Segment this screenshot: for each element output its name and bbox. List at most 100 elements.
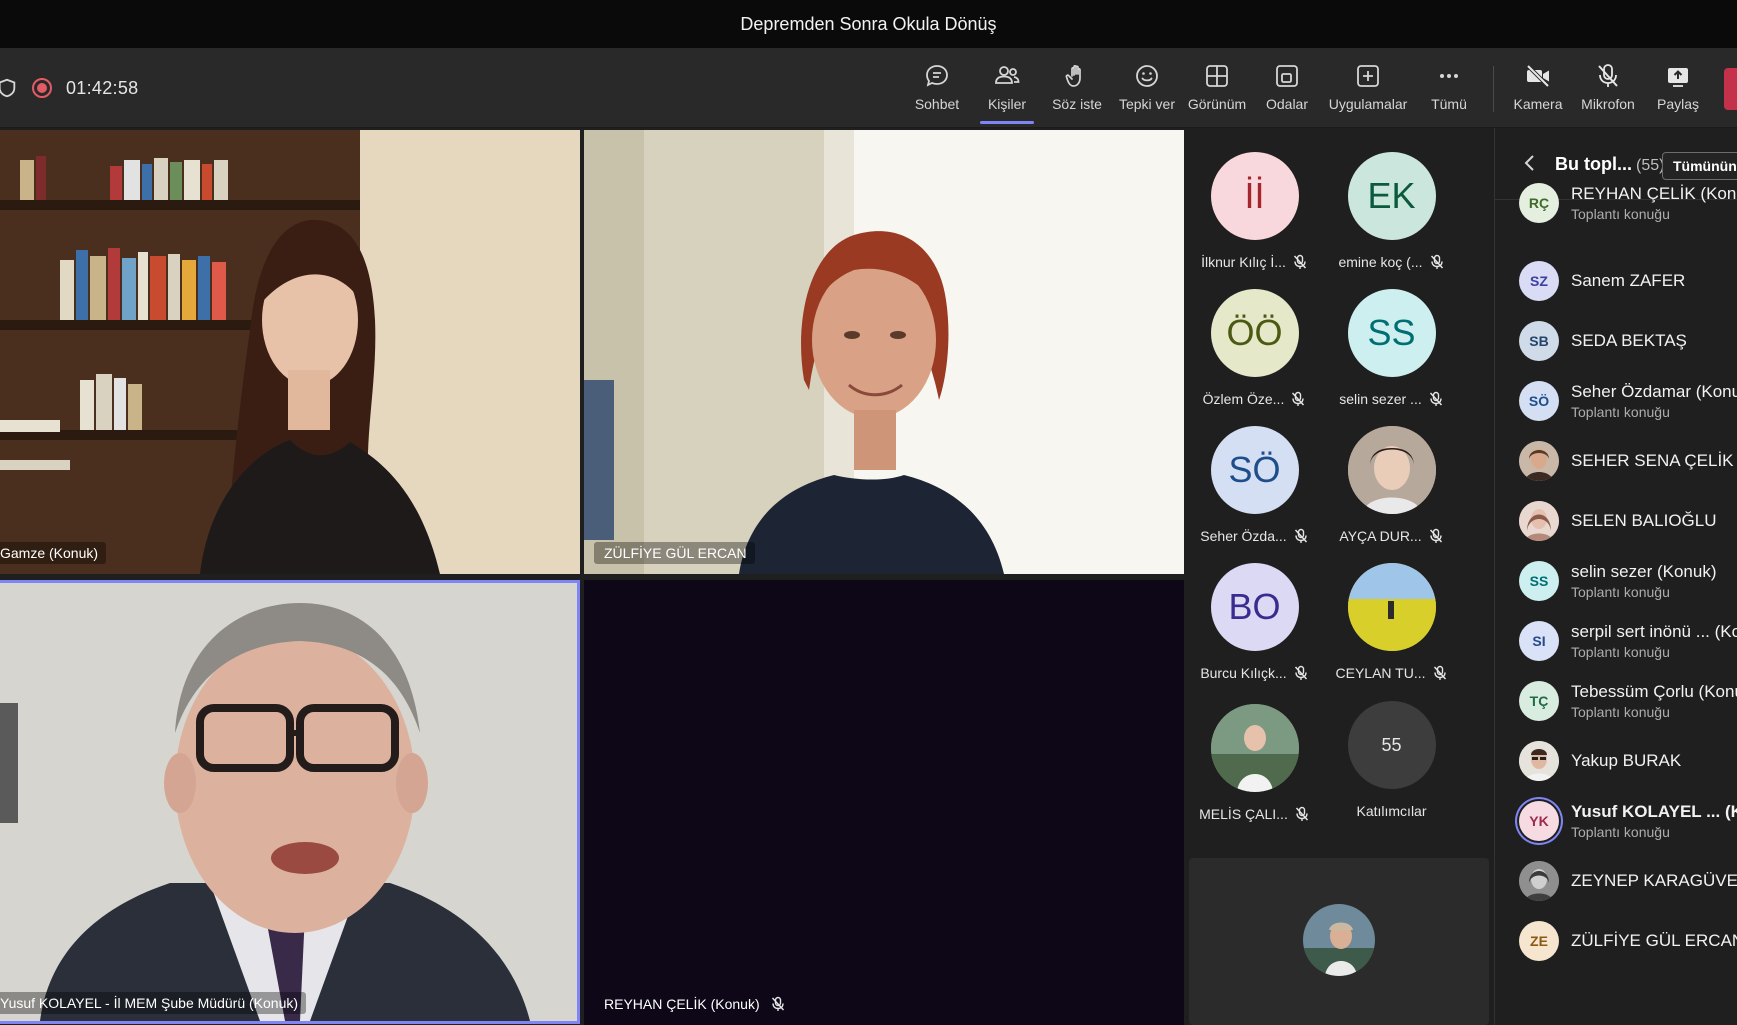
shield-icon[interactable] (0, 76, 18, 100)
meeting-toolbar: 01:42:58 Sohbet Kişiler Söz iste Tepki v… (0, 48, 1737, 128)
list-item[interactable]: SB SEDA BEKTAŞ (1519, 314, 1737, 368)
gallery-label: Katılımcılar (1356, 803, 1426, 819)
meeting-title: Depremden Sonra Okula Dönüş (740, 13, 997, 34)
share-icon (1668, 68, 1688, 87)
video-tile-gamze[interactable]: Gamze (Konuk) (0, 130, 580, 574)
self-view[interactable] (1189, 858, 1489, 1025)
profile-photo (1519, 741, 1559, 781)
participant-name-tag: REYHAN ÇELİK (Konuk) (594, 993, 794, 1015)
participant-name: Yusuf KOLAYEL - İl MEM Şube Müdürü (Konu… (0, 995, 299, 1011)
avatar-initials: ÖÖ (1226, 312, 1283, 353)
raise-hand-button[interactable]: Söz iste (1042, 60, 1112, 120)
apps-button[interactable]: Uygulamalar (1322, 60, 1414, 120)
list-item[interactable]: TÇ Tebessüm Çorlu (Konuk) Toplantı konuğu (1519, 674, 1737, 728)
avatar-photo (1210, 704, 1299, 792)
avatar-initials: BO (1228, 586, 1281, 627)
list-item[interactable]: SI serpil sert inönü ... (Konuk) Toplantı… (1519, 614, 1737, 668)
participant-role: Toplantı konuğu (1571, 584, 1670, 600)
avatar: ZE (1519, 921, 1559, 961)
profile-photo (1519, 861, 1559, 901)
list-item[interactable]: SS selin sezer (Konuk) Toplantı konuğu (1519, 554, 1737, 608)
avatar: YK (1519, 801, 1559, 841)
more-participants-button[interactable]: 55 Katılımcılar (1323, 701, 1460, 819)
mic-off-icon (1430, 254, 1443, 269)
profile-photo (1347, 426, 1436, 514)
video-feed-zulfiye (584, 130, 1184, 574)
list-item[interactable]: YK Yusuf KOLAYEL ... (Konuk) Toplantı kon… (1519, 794, 1737, 848)
gallery-participant[interactable]: İİ İlknur Kılıç İ... (1186, 152, 1323, 270)
people-button[interactable]: Kişiler (972, 60, 1042, 124)
list-item[interactable]: SELEN BALIOĞLU (1519, 494, 1737, 548)
gallery-label: CEYLAN TU... (1336, 665, 1448, 681)
share-button-label: Paylaş (1656, 96, 1700, 112)
chevron-left-icon[interactable] (1523, 154, 1537, 172)
list-item[interactable]: ZEYNEP KARAGÜVEN (1519, 854, 1737, 908)
gallery-participant[interactable]: ÖÖ Özlem Öze... (1186, 289, 1323, 407)
avatar: SS (1519, 561, 1559, 601)
avatar-photo (1519, 501, 1559, 541)
avatar: SZ (1519, 261, 1559, 301)
avatar: SB (1519, 321, 1559, 361)
meeting-meta: 01:42:58 (0, 70, 138, 106)
avatar-photo (1347, 563, 1436, 651)
participant-name: Sanem ZAFER (1571, 271, 1686, 290)
gallery-participant[interactable]: MELİS ÇALI... (1186, 704, 1323, 822)
video-tile-yusuf[interactable]: Yusuf KOLAYEL - İl MEM Şube Müdürü (Konu… (0, 580, 580, 1024)
participant-info: SEDA BEKTAŞ (1571, 331, 1687, 351)
list-item[interactable]: RÇ REYHAN ÇELİK (Konuk) Toplantı konuğu (1519, 176, 1737, 230)
gallery-participant[interactable]: SS selin sezer ... (1323, 289, 1460, 407)
mic-off-icon (1295, 806, 1308, 821)
gallery-participant[interactable]: BO Burcu Kılıçk... (1186, 563, 1323, 681)
video-tile-zulfiye[interactable]: ZÜLFİYE GÜL ERCAN (584, 130, 1184, 574)
participant-info: ZEYNEP KARAGÜVEN (1571, 871, 1737, 891)
gallery-participant[interactable]: AYÇA DUR... (1323, 426, 1460, 544)
mic-button[interactable]: Mikrofon (1573, 60, 1643, 120)
apps-icon (1357, 65, 1379, 87)
mic-button-label: Mikrofon (1581, 96, 1635, 112)
avatar-initials: SS (1529, 573, 1549, 589)
participant-info: Sanem ZAFER (1571, 271, 1685, 291)
list-item[interactable]: SEHER SENA ÇELİK (1519, 434, 1737, 488)
panel-title: Bu topl... (55) (1555, 154, 1664, 175)
avatar-initials: EK (1367, 175, 1416, 216)
raise-hand-button-label: Söz iste (1052, 96, 1102, 112)
mic-off-icon (771, 996, 784, 1011)
view-button[interactable]: Görünüm (1182, 60, 1252, 120)
list-item[interactable]: ZE ZÜLFİYE GÜL ERCAN (1519, 914, 1737, 968)
avatar-initials: SI (1532, 633, 1546, 649)
participant-name: Özlem Öze... (1202, 391, 1285, 407)
chat-button[interactable]: Sohbet (902, 60, 972, 120)
gallery-participant[interactable]: EK emine koç (... (1323, 152, 1460, 270)
participant-name: ZEYNEP KARAGÜVEN (1571, 871, 1737, 890)
participant-name-tag: Yusuf KOLAYEL - İl MEM Şube Müdürü (Konu… (0, 992, 307, 1014)
reaction-button[interactable]: Tepki ver (1112, 60, 1182, 120)
mic-off-icon (1429, 528, 1442, 543)
list-item[interactable]: SÖ Seher Özdamar (Konuk) Toplantı konuğu (1519, 374, 1737, 428)
recording-icon (32, 78, 52, 98)
rooms-button[interactable]: Odalar (1252, 60, 1322, 120)
more-icon (1440, 74, 1458, 78)
mic-off-icon (1292, 391, 1305, 406)
camera-button[interactable]: Kamera (1503, 60, 1573, 120)
more-button[interactable]: Tümü (1414, 60, 1484, 120)
participant-name: selin sezer (Konuk) (1571, 562, 1717, 581)
participants-panel: Bu topl... (55) Tümünün RÇ REYHAN ÇELİK (… (1494, 128, 1737, 1025)
panel-title-text: Bu topl... (1555, 154, 1632, 174)
people-button-label: Kişiler (987, 96, 1027, 112)
video-tile-reyhan[interactable]: REYHAN ÇELİK (Konuk) (584, 580, 1184, 1025)
mic-off-icon (1294, 665, 1307, 680)
share-button[interactable]: Paylaş (1643, 60, 1713, 120)
participant-role: Toplantı konuğu (1571, 644, 1670, 660)
gallery-participant[interactable]: CEYLAN TU... (1323, 563, 1460, 681)
avatar-initials: SÖ (1528, 393, 1550, 409)
gallery-participant[interactable]: SÖ Seher Özda... (1186, 426, 1323, 544)
participant-name: Seher Özdamar (Konuk) (1571, 382, 1737, 401)
list-item[interactable]: Yakup BURAK (1519, 734, 1737, 788)
profile-photo (1519, 501, 1559, 541)
meeting-timer: 01:42:58 (66, 77, 139, 98)
list-item[interactable]: SZ Sanem ZAFER (1519, 254, 1737, 308)
avatar-initials: SS (1367, 312, 1416, 353)
leave-button[interactable] (1724, 68, 1737, 110)
participant-name: serpil sert inönü ... (Konuk) (1571, 622, 1737, 641)
chat-icon (926, 65, 948, 87)
